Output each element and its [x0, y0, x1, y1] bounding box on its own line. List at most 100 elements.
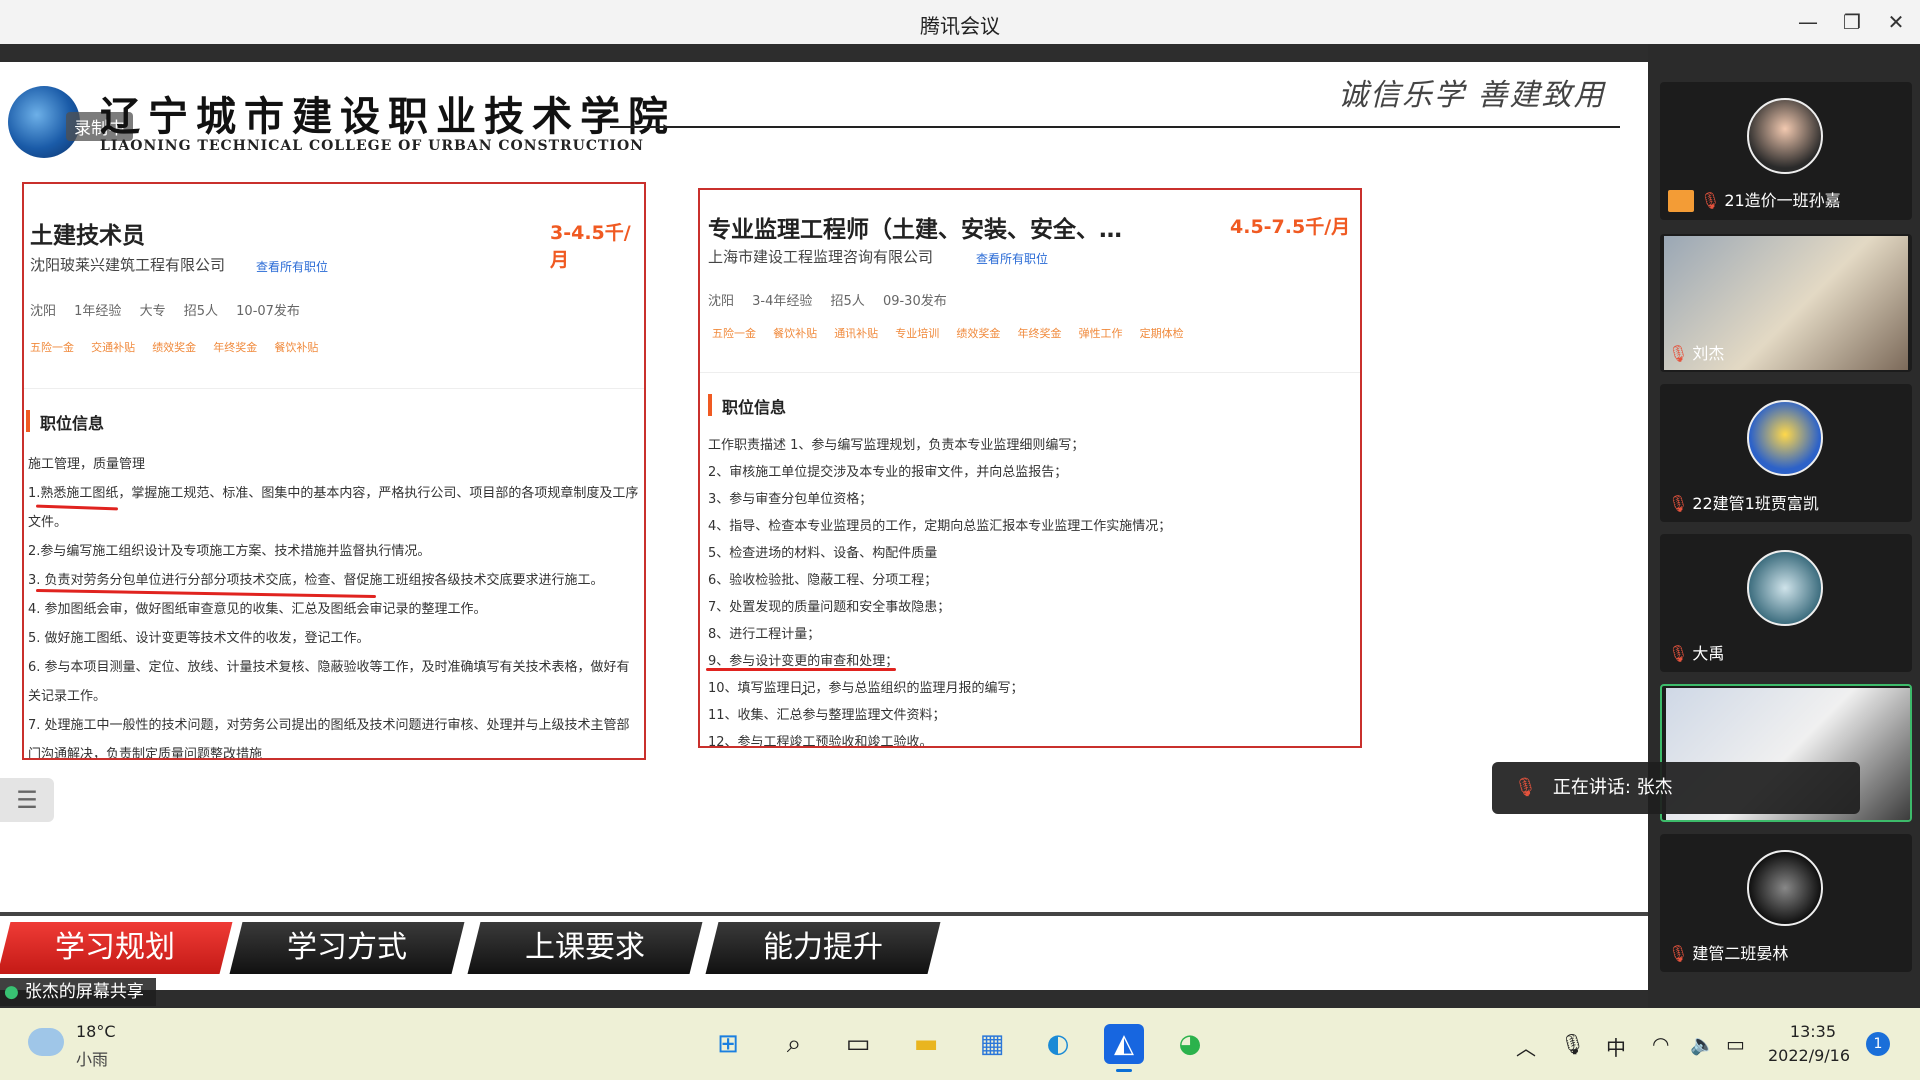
benefit-tag: 年终奖金: [213, 341, 258, 354]
tab-study-method: 学习方式: [229, 922, 465, 974]
job-meta: 沈阳 1年经验 大专 招5人 10-07发布: [30, 300, 314, 319]
benefit-tag: 五险一金: [30, 341, 74, 354]
company-name: 沈阳玻莱兴建筑工程有限公司: [30, 256, 226, 274]
section-title: 职位信息: [26, 410, 104, 434]
participant-tile[interactable]: 🎙 刘杰: [1660, 234, 1912, 372]
mic-muted-icon: 🎙: [1668, 494, 1689, 513]
participant-tile[interactable]: 🎙 22建管1班贾富凯: [1660, 384, 1912, 522]
participant-avatar: [1747, 550, 1823, 626]
mic-muted-icon: 🎙: [1700, 190, 1721, 210]
weather-description[interactable]: 小雨: [76, 1046, 108, 1070]
wechat-icon[interactable]: ◕: [1170, 1024, 1210, 1064]
benefit-tag: 专业培训: [895, 327, 940, 340]
speaking-text: 正在讲话: 张杰: [1552, 777, 1673, 798]
card-divider: [24, 388, 644, 389]
company-name: 上海市建设工程监理咨询有限公司: [708, 248, 934, 266]
store-icon[interactable]: ▦: [972, 1024, 1012, 1064]
participant-name: 🎙 建管二班晏林: [1668, 944, 1789, 963]
mic-icon: 🎙: [1514, 777, 1537, 798]
meta-experience: 1年经验: [74, 304, 122, 319]
window-title: 腾讯会议: [920, 14, 1000, 38]
input-method-indicator[interactable]: 中: [1606, 1032, 1626, 1061]
desc-line: 5、检查进场的材料、设备、构配件质量: [708, 546, 938, 561]
tab-label: 学习规划: [55, 930, 175, 965]
host-badge-icon: [1668, 190, 1694, 212]
battery-icon[interactable]: ▭: [1726, 1032, 1745, 1056]
view-all-jobs-link[interactable]: 查看所有职位: [976, 250, 1048, 267]
benefit-tag: 餐饮补贴: [274, 341, 319, 354]
notification-badge[interactable]: 1: [1866, 1032, 1890, 1056]
weather-cloud-icon[interactable]: [28, 1028, 64, 1056]
edge-browser-icon[interactable]: ◐: [1038, 1024, 1078, 1064]
desc-line: 2、审核施工单位提交涉及本专业的报审文件，并向总监报告；: [708, 465, 1068, 480]
meta-headcount: 招5人: [183, 304, 219, 319]
desc-line: 工作职责描述 1、参与编写监理规划，负责本专业监理细则编写；: [708, 438, 1085, 453]
volume-icon[interactable]: 🔈: [1690, 1032, 1715, 1056]
tab-label: 上课要求: [525, 930, 645, 965]
restore-button[interactable]: ❐: [1832, 6, 1872, 38]
desc-line: 4、指导、检查本专业监理员的工作，定期向总监汇报本专业监理工作实施情况；: [708, 519, 1172, 534]
tab-label: 能力提升: [763, 930, 883, 965]
benefit-tag: 交通补贴: [91, 341, 136, 354]
participant-tile[interactable]: 🎙 21造价一班孙嘉: [1660, 82, 1912, 220]
card-divider: [700, 372, 1360, 373]
wifi-icon[interactable]: ◠: [1652, 1032, 1669, 1056]
shared-slide: 录制中 辽宁城市建设职业技术学院 LIAONING TECHNICAL COLL…: [0, 62, 1648, 990]
desc-line: 7、处置发现的质量问题和安全事故隐患；: [708, 600, 951, 615]
meta-posted: 10-07发布: [236, 304, 300, 319]
job-description: 施工管理，质量管理 1.熟悉施工图纸，掌握施工规范、标准、图集中的基本内容，严格…: [28, 450, 640, 758]
meta-posted: 09-30发布: [882, 294, 947, 309]
minimize-button[interactable]: —: [1788, 6, 1828, 38]
mic-muted-icon: 🎙: [1668, 344, 1689, 363]
file-explorer-icon[interactable]: ▬: [906, 1024, 946, 1064]
section-title: 职位信息: [708, 394, 786, 418]
microphone-icon[interactable]: 🎙: [1560, 1032, 1585, 1056]
slide-bottom-rule: [0, 912, 1648, 916]
meta-headcount: 招5人: [830, 294, 865, 309]
job-card-civil-technician: 土建技术员 3-4.5千/月 沈阳玻莱兴建筑工程有限公司 查看所有职位 沈阳 1…: [22, 182, 646, 760]
clock-time[interactable]: 13:35: [1778, 1022, 1836, 1041]
title-bar: 腾讯会议 — ❐ ✕: [0, 0, 1920, 44]
mic-muted-icon: 🎙: [1668, 644, 1689, 663]
benefit-tag: 绩效奖金: [152, 341, 197, 354]
desc-line: 5. 做好施工图纸、设计变更等技术文件的收发，登记工作。: [28, 631, 370, 646]
task-view-icon[interactable]: ▭: [838, 1024, 878, 1064]
benefit-tags: 五险一金 餐饮补贴 通讯补贴 专业培训 绩效奖金 年终奖金 弹性工作 定期体检: [712, 322, 1196, 341]
desc-line: 11、收集、汇总参与整理监理文件资料；: [708, 708, 946, 723]
benefit-tag: 年终奖金: [1017, 327, 1062, 340]
participant-name: 🎙 21造价一班孙嘉: [1668, 187, 1841, 212]
view-all-jobs-link[interactable]: 查看所有职位: [256, 258, 328, 275]
job-title: 专业监理工程师（土建、安装、安全、…: [708, 217, 1122, 243]
participants-panel: 🎙 21造价一班孙嘉 🎙 刘杰 🎙 22建管1班贾富凯 🎙 大禹 🎙 建管二班晏林: [1648, 44, 1920, 1008]
tencent-meeting-icon[interactable]: ◭: [1104, 1024, 1144, 1072]
desc-line: 6、验收检验批、隐蔽工程、分项工程；: [708, 573, 938, 588]
screen-share-status[interactable]: ● 张杰的屏幕共享: [0, 978, 156, 1006]
benefit-tags: 五险一金 交通补贴 绩效奖金 年终奖金 餐饮补贴: [30, 336, 330, 355]
search-icon[interactable]: ⌕: [774, 1024, 814, 1064]
meta-city: 沈阳: [30, 304, 57, 319]
job-salary: 3-4.5千/月: [550, 222, 631, 271]
meta-experience: 3-4年经验: [752, 294, 813, 309]
participant-tile[interactable]: 🎙 大禹: [1660, 534, 1912, 672]
desc-line: 12、参与工程竣工预验收和竣工验收。: [708, 735, 933, 748]
share-bottom-strip: [0, 990, 1648, 1008]
slide-menu-icon[interactable]: ☰: [0, 778, 54, 822]
tab-skill-improvement: 能力提升: [705, 922, 941, 974]
chevron-up-icon[interactable]: ︿: [1516, 1032, 1536, 1061]
weather-temperature[interactable]: 18°C: [76, 1022, 116, 1041]
share-mic-icon: ●: [4, 982, 19, 1002]
participant-name: 🎙 22建管1班贾富凯: [1668, 494, 1819, 513]
participant-name: 🎙 刘杰: [1668, 344, 1725, 363]
tab-class-requirements: 上课要求: [467, 922, 703, 974]
benefit-tag: 餐饮补贴: [773, 327, 818, 340]
benefit-tag: 定期体检: [1139, 327, 1184, 340]
desc-line: 6. 参与本项目测量、定位、放线、计量技术复核、隐蔽验收等工作，及时准确填写有关…: [28, 660, 630, 704]
participant-avatar: [1747, 400, 1823, 476]
close-button[interactable]: ✕: [1876, 6, 1916, 38]
windows-taskbar: 18°C 小雨 ⊞ ⌕ ▭ ▬ ▦ ◐ ◭ ◕ ︿ 🎙 中 ◠ 🔈 ▭ 13:3…: [0, 1008, 1920, 1080]
participant-name: 🎙 大禹: [1668, 644, 1725, 663]
start-menu-icon[interactable]: ⊞: [708, 1024, 748, 1064]
share-top-strip: [0, 44, 1648, 62]
clock-date[interactable]: 2022/9/16: [1768, 1046, 1850, 1065]
participant-tile[interactable]: 🎙 建管二班晏林: [1660, 834, 1912, 972]
